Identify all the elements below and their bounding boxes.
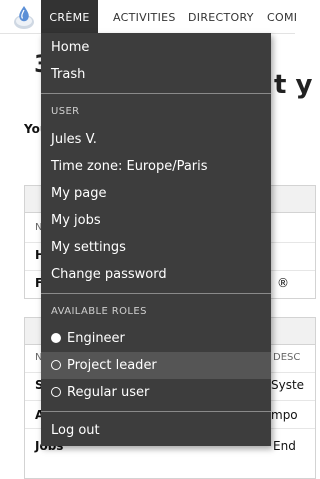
block2-row2-desc: mpo <box>271 408 298 422</box>
menu-item-my-settings[interactable]: My settings <box>41 234 271 261</box>
menu-item-my-jobs[interactable]: My jobs <box>41 207 271 234</box>
menu-item-trash[interactable]: Trash <box>41 61 271 88</box>
menu-separator <box>41 293 271 294</box>
menu-separator <box>41 93 271 94</box>
menu-section-roles: AVAILABLE ROLES <box>51 306 147 317</box>
menu-item-timezone[interactable]: Time zone: Europe/Paris <box>41 153 271 180</box>
block2-col-desc: DESC <box>273 352 301 363</box>
block2-row1-desc: Syste <box>271 378 305 392</box>
menu-item-role-engineer[interactable]: Engineer <box>41 325 271 352</box>
menu-item-logout[interactable]: Log out <box>41 417 271 444</box>
menu-item-home[interactable]: Home <box>41 34 271 61</box>
menu-item-user-name[interactable]: Jules V. <box>41 126 271 153</box>
top-navbar: CRÈME ACTIVITIES DIRECTORY COMI <box>0 0 297 34</box>
block2-row3-desc: End <box>273 439 296 453</box>
creme-logo-icon[interactable] <box>12 4 36 30</box>
menu-item-my-page[interactable]: My page <box>41 180 271 207</box>
menu-separator <box>41 411 271 412</box>
role-label: Project leader <box>67 358 157 373</box>
role-label: Engineer <box>67 331 125 346</box>
page-title-fragment: t y <box>274 70 313 100</box>
radio-selected-icon <box>51 333 61 343</box>
nav-creme-menu[interactable]: CRÈME <box>41 0 98 33</box>
registered-mark: ® <box>277 276 289 290</box>
radio-unselected-icon <box>51 387 61 397</box>
nav-directory[interactable]: DIRECTORY <box>188 0 254 33</box>
menu-section-user: USER <box>51 106 80 117</box>
role-label: Regular user <box>67 385 150 400</box>
nav-commercial-truncated[interactable]: COMI <box>267 0 297 33</box>
menu-item-change-password[interactable]: Change password <box>41 261 271 288</box>
creme-dropdown-menu: Home Trash USER Jules V. Time zone: Euro… <box>41 33 271 446</box>
menu-item-role-project-leader[interactable]: Project leader <box>41 352 271 379</box>
nav-activities[interactable]: ACTIVITIES <box>113 0 176 33</box>
radio-unselected-icon <box>51 360 61 370</box>
menu-item-role-regular-user[interactable]: Regular user <box>41 379 271 406</box>
